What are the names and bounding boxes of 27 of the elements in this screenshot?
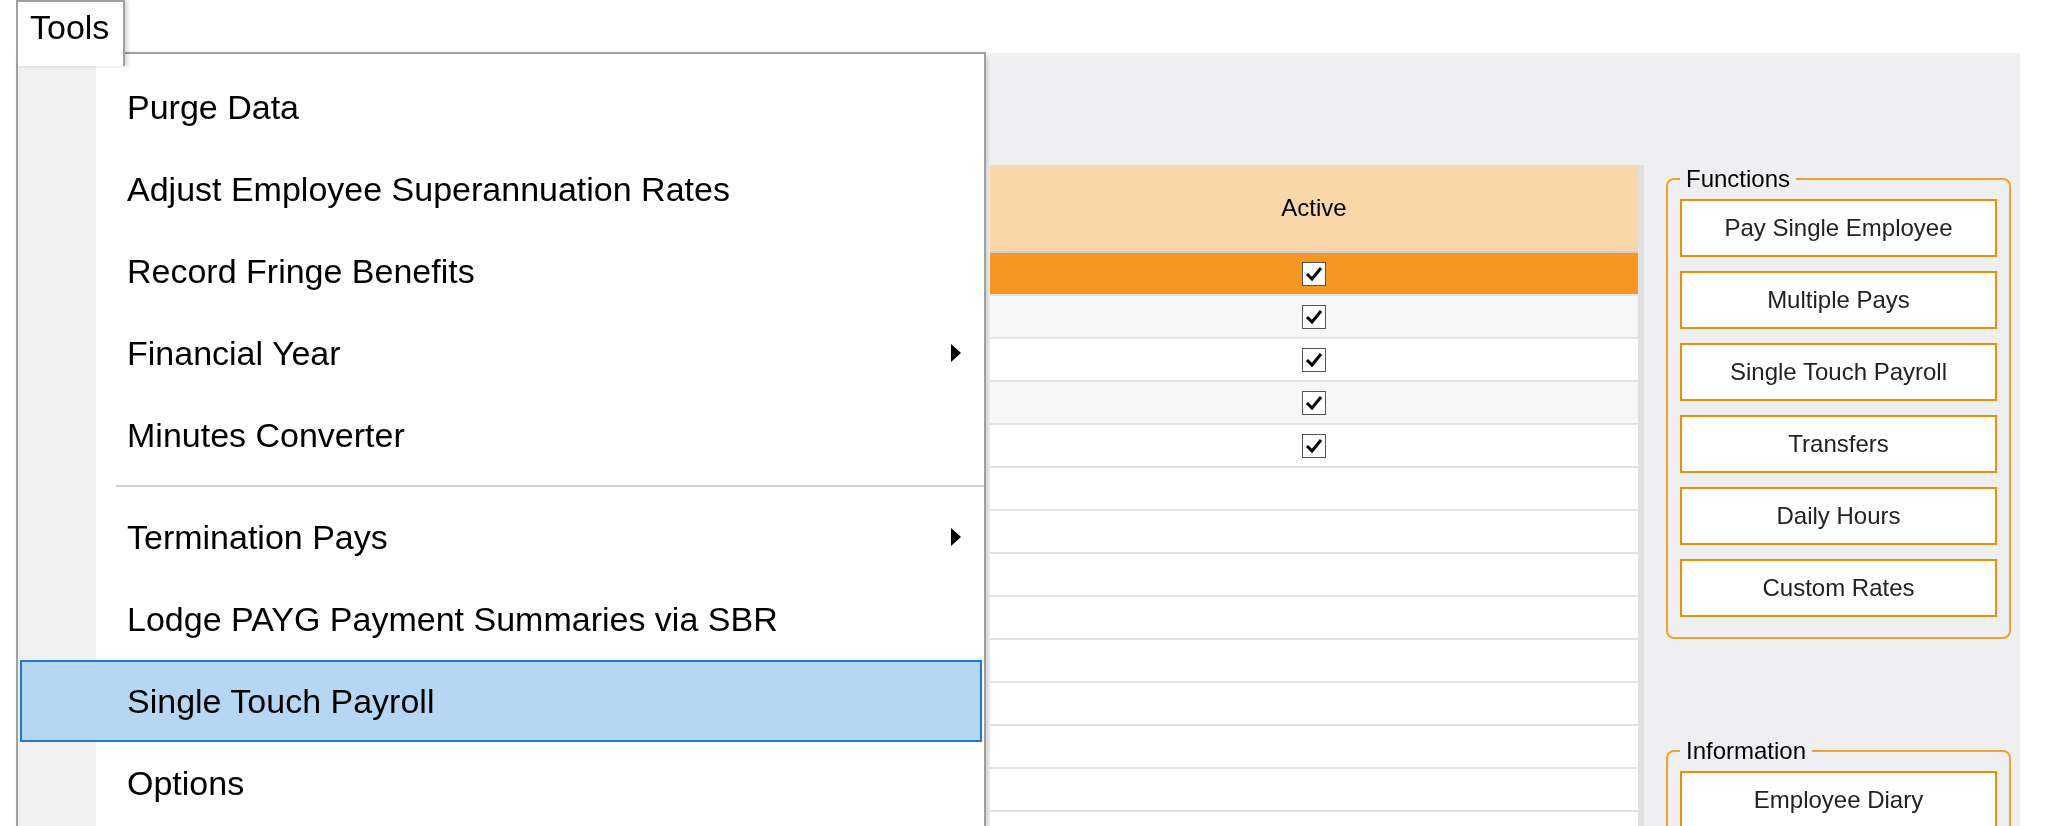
submenu-arrow-icon <box>950 343 962 363</box>
menu-item[interactable]: Purge Data <box>20 66 982 148</box>
function-button[interactable]: Custom Rates <box>1680 559 1997 617</box>
menu-item[interactable]: Options <box>20 742 982 824</box>
checkbox[interactable] <box>1302 390 1326 415</box>
menu-item[interactable]: Financial Year <box>20 312 982 394</box>
group-title: Functions <box>1685 165 1792 193</box>
menu-item[interactable]: Record Fringe Benefits <box>20 230 982 312</box>
group-title: Information <box>1685 737 1808 765</box>
menu-item[interactable]: Single Touch Payroll <box>20 660 982 742</box>
checkbox[interactable] <box>1302 304 1326 329</box>
checkbox[interactable] <box>1302 261 1326 286</box>
checkbox[interactable] <box>1302 433 1326 458</box>
menu-item[interactable]: Minutes Converter <box>20 394 982 476</box>
checkbox[interactable] <box>1302 347 1326 372</box>
function-button[interactable]: Daily Hours <box>1680 487 1997 545</box>
submenu-arrow-icon <box>950 527 962 547</box>
column-header[interactable]: Active <box>990 165 1638 253</box>
function-button[interactable]: Single Touch Payroll <box>1680 343 1997 401</box>
function-button[interactable]: Pay Single Employee <box>1680 199 1997 257</box>
menu-item[interactable]: Adjust Employee Superannuation Rates <box>20 148 982 230</box>
function-button[interactable]: Employee Diary <box>1680 771 1997 826</box>
function-button[interactable]: Multiple Pays <box>1680 271 1997 329</box>
function-button[interactable]: Transfers <box>1680 415 1997 473</box>
menu-item[interactable]: Lodge PAYG Payment Summaries via SBR <box>20 578 982 660</box>
menu-title[interactable]: Tools <box>16 0 126 66</box>
menu-item[interactable]: Termination Pays <box>20 496 982 578</box>
